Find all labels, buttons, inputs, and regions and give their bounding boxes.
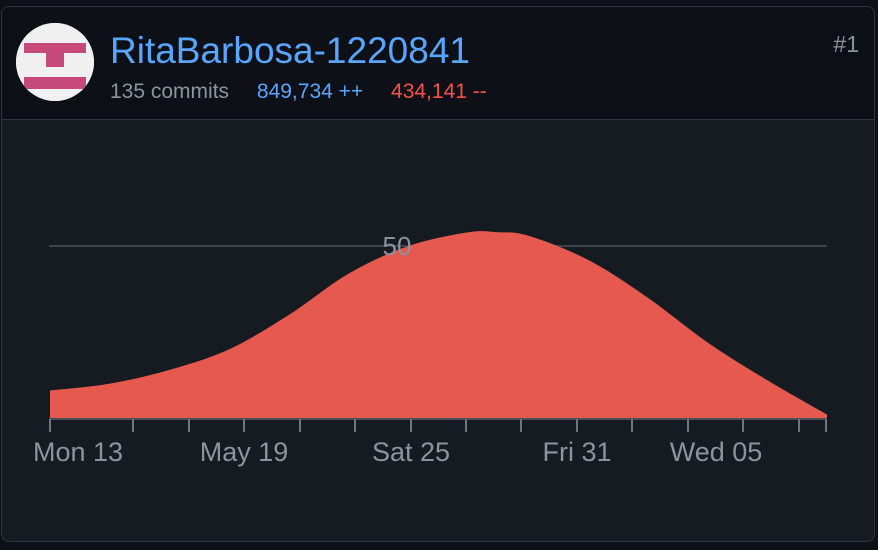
x-tick-label: Sat 25	[372, 437, 450, 467]
x-tick-label: Mon 13	[33, 437, 123, 467]
x-tick-label: Wed 05	[670, 437, 763, 467]
x-axis-ticks	[49, 419, 827, 432]
commit-area	[50, 231, 827, 418]
x-axis-tick-labels: Mon 13 May 19 Sat 25 Fri 31 Wed 05	[33, 437, 762, 467]
gridline-label: 50	[383, 231, 412, 261]
x-tick-label: Fri 31	[542, 437, 611, 467]
x-tick-label: May 19	[200, 437, 289, 467]
contribution-chart: 50 Mon 13 May 19 Sat 25 Fri 31 Wed 05	[33, 231, 827, 467]
